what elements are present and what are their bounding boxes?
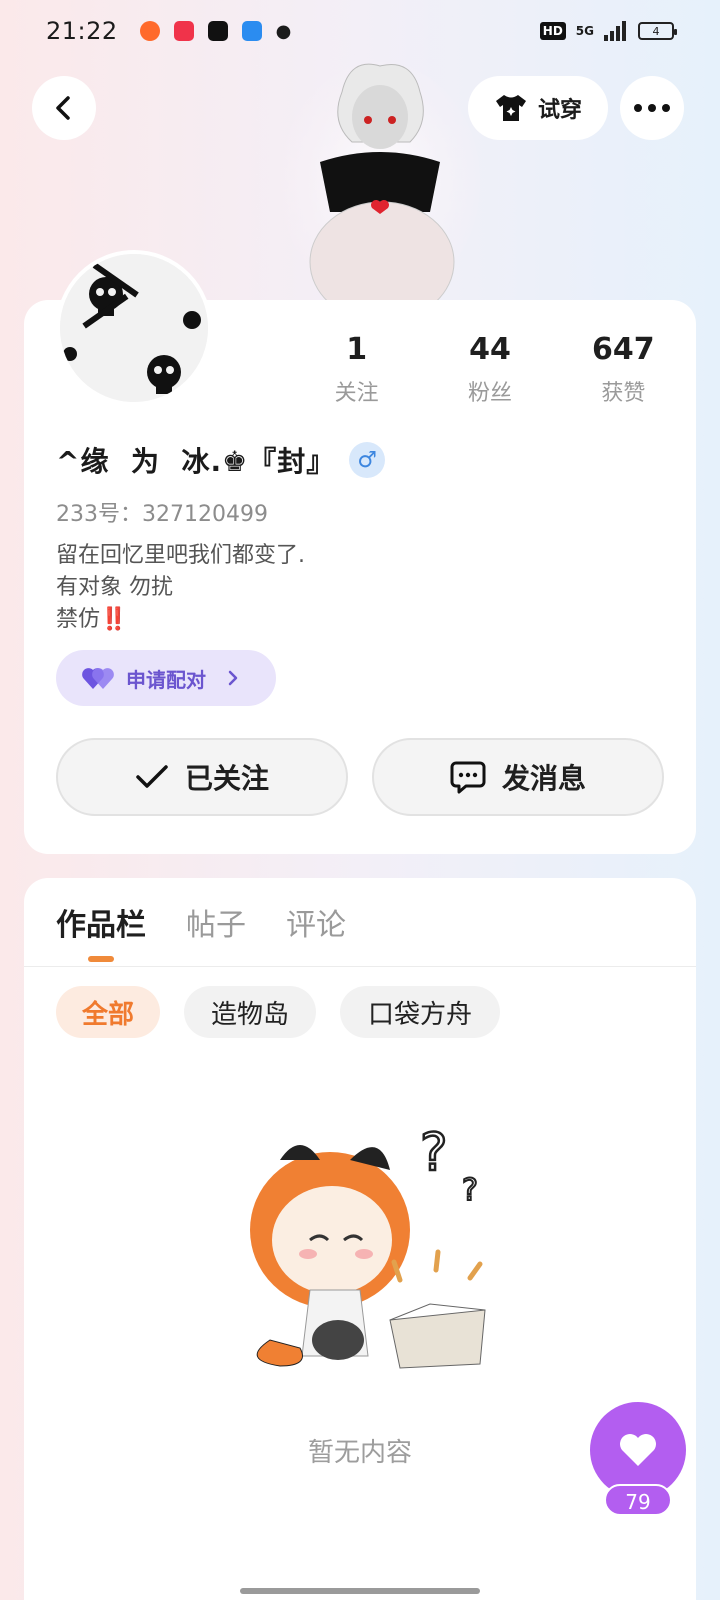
more-icon [634, 104, 670, 112]
stat-label: 关注 [334, 381, 379, 406]
more-button[interactable] [620, 76, 684, 140]
more-notifications-icon: ● [275, 20, 292, 42]
check-icon [136, 765, 168, 788]
try-on-button[interactable]: 试穿 [468, 76, 608, 140]
hd-icon: HD [539, 22, 566, 40]
svg-text:?: ? [462, 1173, 478, 1208]
avatar[interactable] [56, 250, 212, 406]
status-bar: 21:22 ● HD 5G 4 [0, 0, 720, 62]
stat-following[interactable]: 1 关注 [290, 332, 423, 407]
stat-fans[interactable]: 44 粉丝 [423, 332, 556, 407]
filter-pocket-ark[interactable]: 口袋方舟 [340, 986, 500, 1038]
chevron-right-icon [228, 670, 238, 686]
double-exclamation-icon: ‼️ [100, 607, 128, 632]
stat-value: 1 [346, 332, 368, 367]
nickname: ^缘 为 冰.♚『封』 [56, 445, 336, 478]
followed-label: 已关注 [184, 762, 269, 795]
bio-line: 禁仿 [56, 607, 101, 632]
followed-button[interactable]: 已关注 [56, 738, 348, 816]
app-icon [139, 21, 160, 41]
status-time: 21:22 [46, 17, 118, 45]
request-pair-button[interactable]: 申请配对 [56, 650, 276, 706]
status-app-icons: ● [139, 20, 292, 42]
tshirt-icon [495, 95, 526, 121]
bio-line: 有对象 勿扰 [56, 575, 173, 600]
stat-value: 647 [592, 332, 655, 367]
battery-level: 4 [652, 24, 660, 38]
status-indicators: HD 5G 4 [539, 21, 677, 41]
nickname-row: ^缘 为 冰.♚『封』 ♂ [56, 440, 386, 480]
hearts-icon [82, 668, 114, 689]
send-message-button[interactable]: 发消息 [372, 738, 664, 816]
tiktok-icon [207, 21, 228, 41]
heart-icon [620, 1434, 656, 1466]
stat-label: 粉丝 [467, 381, 512, 406]
filter-creation-island[interactable]: 造物岛 [184, 986, 316, 1038]
stat-value: 44 [469, 332, 511, 367]
filter-all[interactable]: 全部 [56, 986, 160, 1038]
stat-likes[interactable]: 647 获赞 [557, 332, 690, 407]
bio-line-last: 禁仿‼️ [56, 604, 305, 636]
bio-line: 留在回忆里吧我们都变了. [56, 543, 305, 568]
send-message-label: 发消息 [501, 762, 586, 795]
network-label: 5G [575, 24, 594, 38]
character-figure [280, 62, 480, 302]
tab-comments[interactable]: 评论 [286, 900, 346, 944]
chat-bubble-icon [450, 761, 486, 794]
skull-pattern-image [60, 254, 208, 402]
tab-indicator [88, 956, 114, 962]
back-button[interactable] [32, 76, 96, 140]
battery-icon: 4 [638, 22, 677, 40]
tab-works[interactable]: 作品栏 [56, 900, 146, 944]
empty-state-illustration: ? ? [250, 1122, 486, 1369]
works-tabs: 作品栏 帖子 评论 [56, 900, 346, 944]
like-count: 79 [604, 1484, 672, 1516]
tab-divider [24, 966, 696, 967]
signal-icon [604, 21, 626, 41]
app-icon [173, 21, 194, 41]
user-id: 233号：327120499 [56, 502, 268, 527]
tab-posts[interactable]: 帖子 [186, 900, 246, 944]
app-icon [241, 21, 262, 41]
male-gender-icon: ♂ [349, 442, 386, 478]
stat-label: 获赞 [601, 381, 646, 406]
home-indicator[interactable] [240, 1588, 480, 1594]
svg-text:?: ? [420, 1123, 448, 1183]
request-pair-label: 申请配对 [126, 667, 206, 692]
try-on-label: 试穿 [537, 98, 582, 123]
chevron-left-icon [56, 96, 70, 120]
profile-stats: 1 关注 44 粉丝 647 获赞 [290, 332, 690, 407]
bio: 留在回忆里吧我们都变了. 有对象 勿扰 禁仿‼️ [56, 540, 305, 636]
